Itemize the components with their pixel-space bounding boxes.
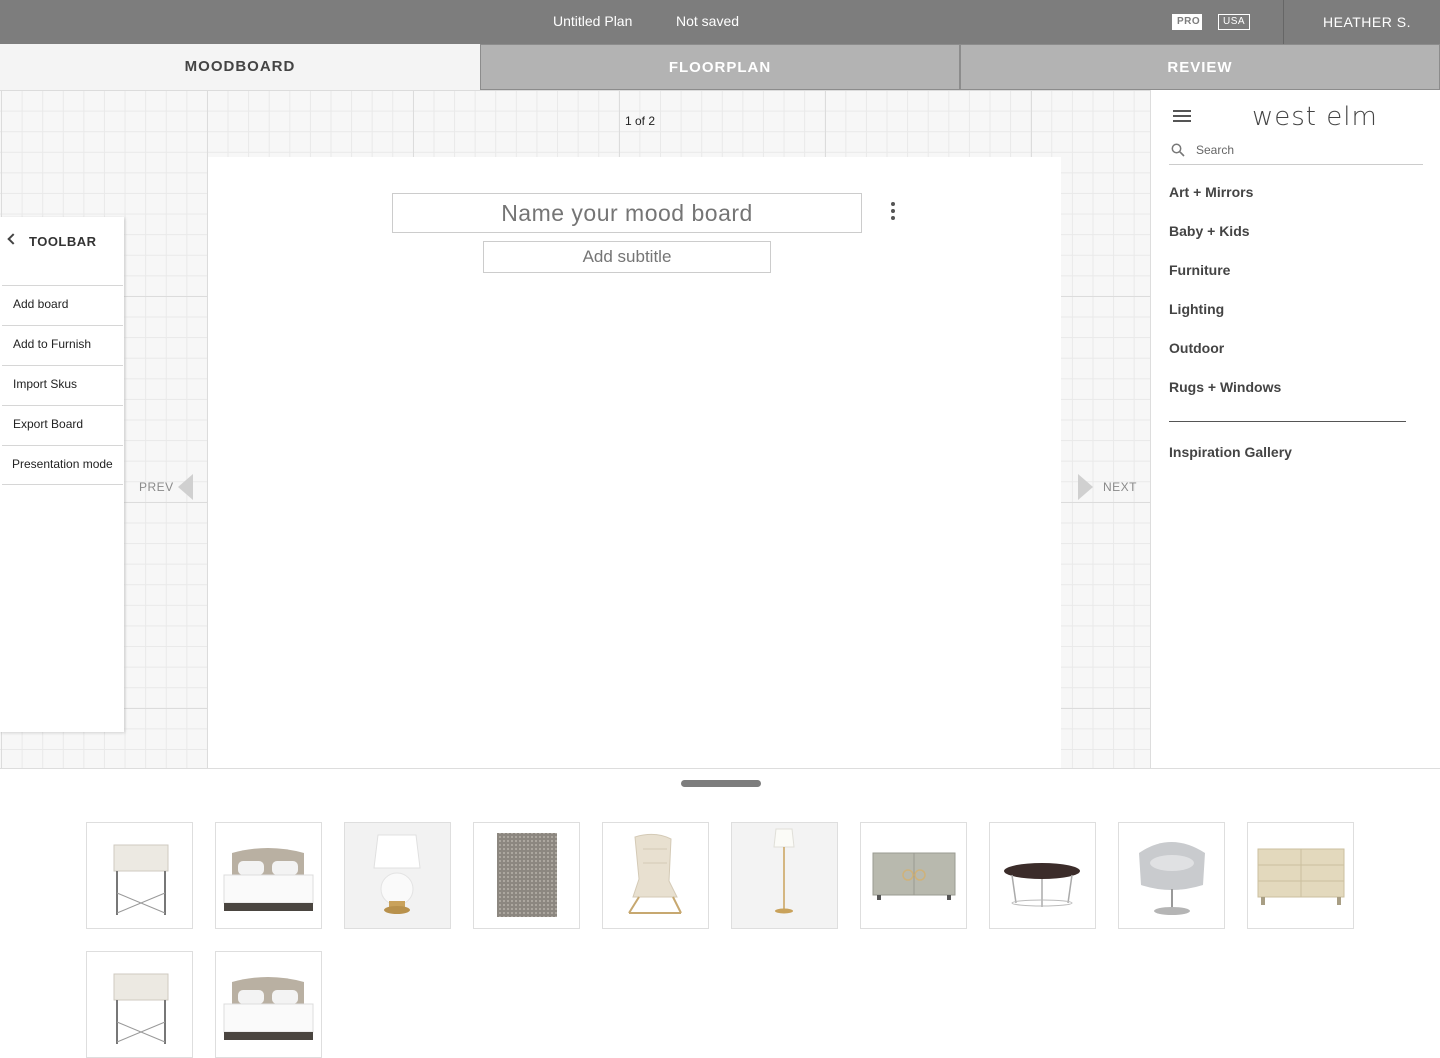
floor-lamp-icon <box>732 823 837 928</box>
upholstered-bed-icon <box>223 977 314 1040</box>
tab-review[interactable]: REVIEW <box>960 44 1440 90</box>
topbar-divider <box>1283 0 1284 44</box>
category-baby-kids[interactable]: Baby + Kids <box>1169 223 1423 262</box>
search-box <box>1169 140 1423 165</box>
save-status: Not saved <box>676 13 740 29</box>
product-tray <box>0 768 1440 1058</box>
category-rugs-windows[interactable]: Rugs + Windows <box>1169 379 1423 418</box>
toolbar-panel: TOOLBAR Add board Add to Furnish Import … <box>0 217 124 732</box>
product-thumb-coffee-table[interactable] <box>989 822 1096 929</box>
upholstered-bed-icon <box>223 848 314 911</box>
more-options-icon[interactable] <box>884 200 902 224</box>
arrow-right-icon <box>1078 474 1093 500</box>
toolbar-title: TOOLBAR <box>29 234 97 249</box>
toolbar-collapse-button[interactable]: TOOLBAR <box>0 217 124 265</box>
product-thumb-lounge-chair[interactable] <box>602 822 709 929</box>
product-thumb-bed[interactable] <box>215 951 322 1058</box>
product-thumb-dresser[interactable] <box>1247 822 1354 929</box>
category-furniture[interactable]: Furniture <box>1169 262 1423 301</box>
dresser-icon <box>1257 848 1345 905</box>
catalog-sidebar: west elm Art + Mirrors Baby + Kids Furni… <box>1150 90 1440 768</box>
swivel-chair-icon <box>1139 842 1205 915</box>
category-outdoor[interactable]: Outdoor <box>1169 340 1423 379</box>
product-thumb-floor-lamp[interactable] <box>731 822 838 929</box>
arrow-left-icon <box>178 474 193 500</box>
export-board-button[interactable]: Export Board <box>2 405 123 445</box>
prev-label: PREV <box>139 480 174 494</box>
product-thumb-side-table[interactable] <box>86 951 193 1058</box>
product-thumb-sideboard[interactable] <box>860 822 967 929</box>
region-badge[interactable]: USA <box>1218 14 1250 30</box>
next-label: NEXT <box>1103 480 1138 494</box>
product-thumb-rug[interactable] <box>473 822 580 929</box>
category-art-mirrors[interactable]: Art + Mirrors <box>1169 184 1423 223</box>
chevron-left-icon <box>7 233 19 245</box>
product-thumb-bed[interactable] <box>215 822 322 929</box>
board-title-input[interactable] <box>392 193 862 233</box>
user-menu[interactable]: HEATHER S. <box>1323 14 1411 30</box>
product-thumb-swivel-chair[interactable] <box>1118 822 1225 929</box>
import-skus-button[interactable]: Import Skus <box>2 365 123 405</box>
area-rug-icon <box>497 833 557 917</box>
search-input[interactable] <box>1196 141 1416 159</box>
tab-moodboard[interactable]: MOODBOARD <box>0 44 480 90</box>
lounge-chair-icon <box>628 833 682 914</box>
sidebar-divider <box>1169 421 1406 422</box>
inspiration-gallery-link[interactable]: Inspiration Gallery <box>1169 444 1292 460</box>
category-lighting[interactable]: Lighting <box>1169 301 1423 340</box>
tray-drag-handle[interactable] <box>681 780 761 787</box>
category-list: Art + Mirrors Baby + Kids Furniture Ligh… <box>1169 184 1423 418</box>
hamburger-menu-icon[interactable] <box>1173 110 1191 124</box>
brand-logo: west elm <box>1252 102 1378 132</box>
page-indicator: 1 of 2 <box>624 114 656 128</box>
side-table-icon <box>113 973 169 1044</box>
toolbar-list: Add board Add to Furnish Import Skus Exp… <box>2 285 123 485</box>
sideboard-icon <box>872 852 956 900</box>
top-bar: Untitled Plan Not saved PRO USA HEATHER … <box>0 0 1440 44</box>
add-to-furnish-button[interactable]: Add to Furnish <box>2 325 123 365</box>
board-subtitle-input[interactable] <box>483 241 771 273</box>
side-table-icon <box>113 844 169 915</box>
plan-name[interactable]: Untitled Plan <box>553 13 632 29</box>
table-lamp-icon <box>345 823 450 928</box>
add-board-button[interactable]: Add board <box>2 285 123 325</box>
presentation-mode-button[interactable]: Presentation mode <box>2 445 123 485</box>
search-icon <box>1171 143 1185 157</box>
tab-floorplan[interactable]: FLOORPLAN <box>480 44 960 90</box>
coffee-table-icon <box>1004 863 1080 907</box>
pro-badge: PRO <box>1172 14 1202 30</box>
product-thumb-side-table[interactable] <box>86 822 193 929</box>
main-tabs: MOODBOARD FLOORPLAN REVIEW <box>0 44 1440 90</box>
product-thumb-table-lamp[interactable] <box>344 822 451 929</box>
